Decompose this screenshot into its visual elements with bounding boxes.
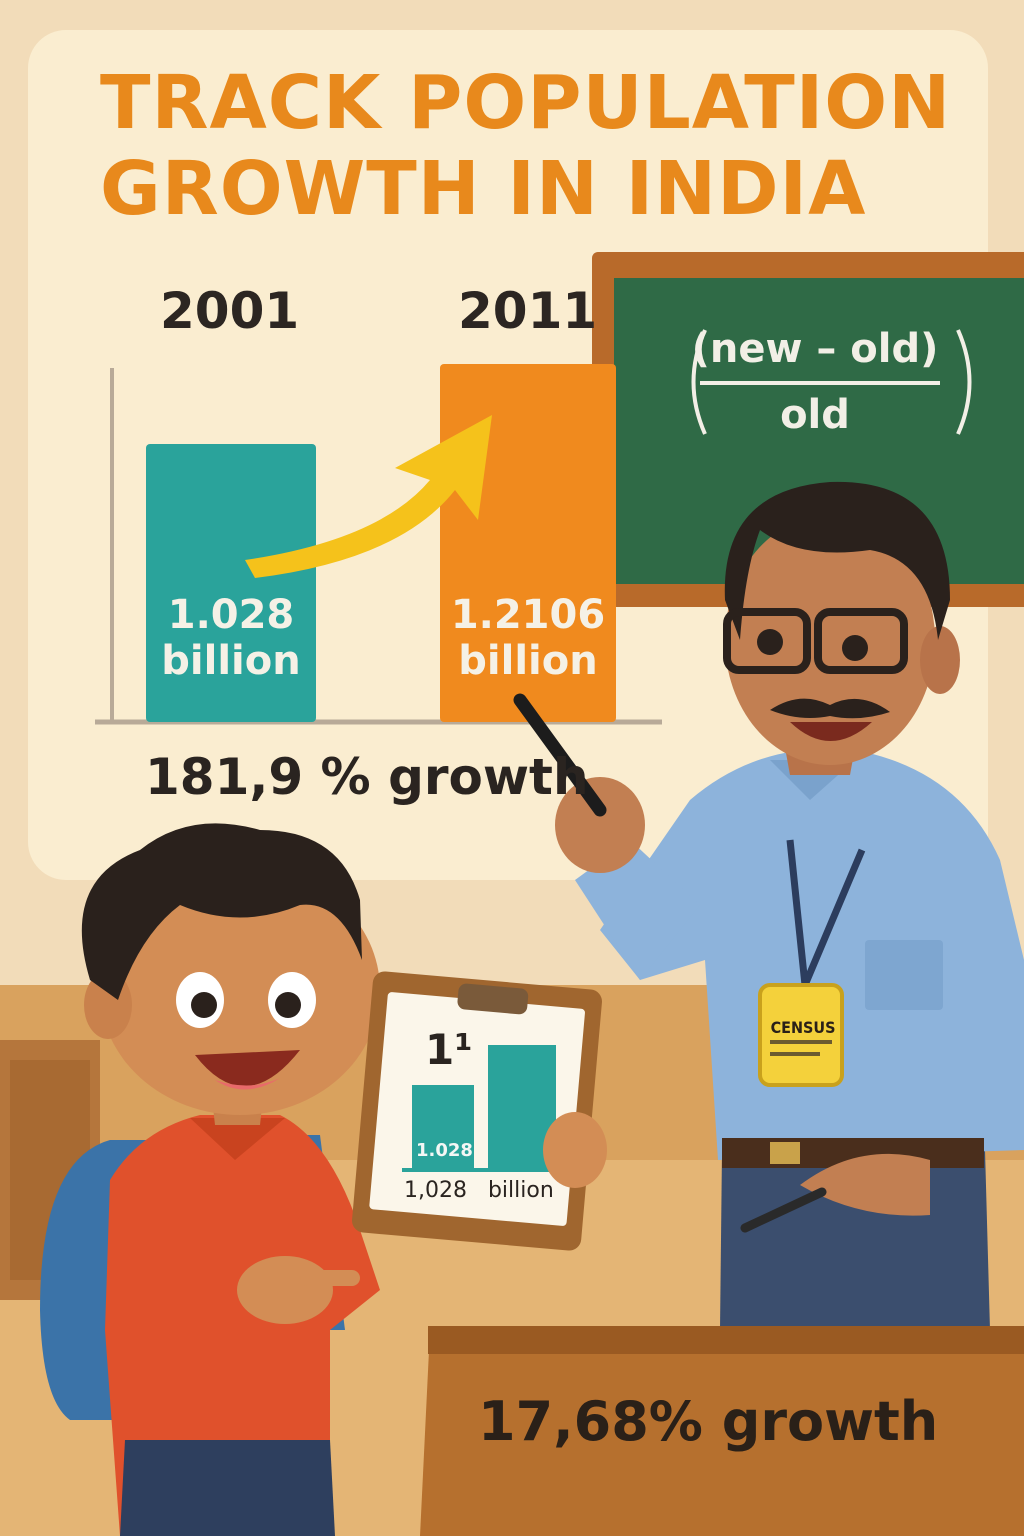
year-label-2011: 2011 xyxy=(458,282,598,340)
teacher-eye xyxy=(842,635,868,661)
bar-2001-number: 1.028 xyxy=(167,592,295,638)
clipboard-number: 1¹ xyxy=(425,1025,473,1074)
boy-eye xyxy=(275,992,301,1018)
belt-buckle xyxy=(770,1142,800,1164)
bar-2011-number: 1.2106 xyxy=(450,592,606,638)
growth-formula: (new – old) old xyxy=(640,318,1000,458)
boy-finger xyxy=(300,1270,360,1286)
teacher-ear xyxy=(920,626,960,694)
bar-2011-value: 1.2106 billion xyxy=(440,592,616,684)
bar-2011-unit: billion xyxy=(458,638,598,684)
boy-trousers xyxy=(120,1440,335,1536)
chart-growth-label: 181,9 % growth xyxy=(145,748,589,806)
bar-2001-value: 1.028 billion xyxy=(146,592,316,684)
clipboard-caption: 1,028 billion xyxy=(404,1178,554,1203)
clipboard-caption-unit: billion xyxy=(487,1178,554,1203)
desk-growth-label: 17,68% growth xyxy=(478,1390,939,1453)
desk-top xyxy=(428,1326,1024,1354)
formula-denominator: old xyxy=(780,392,850,438)
boy-holding-hand xyxy=(543,1112,607,1188)
clipboard xyxy=(352,971,607,1251)
clipboard-caption-value: 1,028 xyxy=(404,1178,467,1203)
formula-numerator: (new – old) xyxy=(691,326,939,372)
census-badge-text: CENSUS xyxy=(770,1018,836,1037)
title-line-2: GROWTH IN INDIA xyxy=(100,146,867,232)
boy-pointing-hand xyxy=(237,1256,333,1324)
badge-line xyxy=(770,1052,820,1056)
badge-line xyxy=(770,1040,832,1044)
boy-eye xyxy=(191,992,217,1018)
poster-title: TRACK POPULATION GROWTH IN INDIA xyxy=(100,60,952,232)
bar-2001-unit: billion xyxy=(161,638,301,684)
formula-fraction-bar xyxy=(700,381,940,385)
title-line-1: TRACK POPULATION xyxy=(100,60,952,146)
year-label-2001: 2001 xyxy=(160,282,300,340)
clipboard-bar-label: 1.028 xyxy=(416,1140,473,1161)
shirt-pocket xyxy=(865,940,943,1010)
teacher-eye xyxy=(757,629,783,655)
